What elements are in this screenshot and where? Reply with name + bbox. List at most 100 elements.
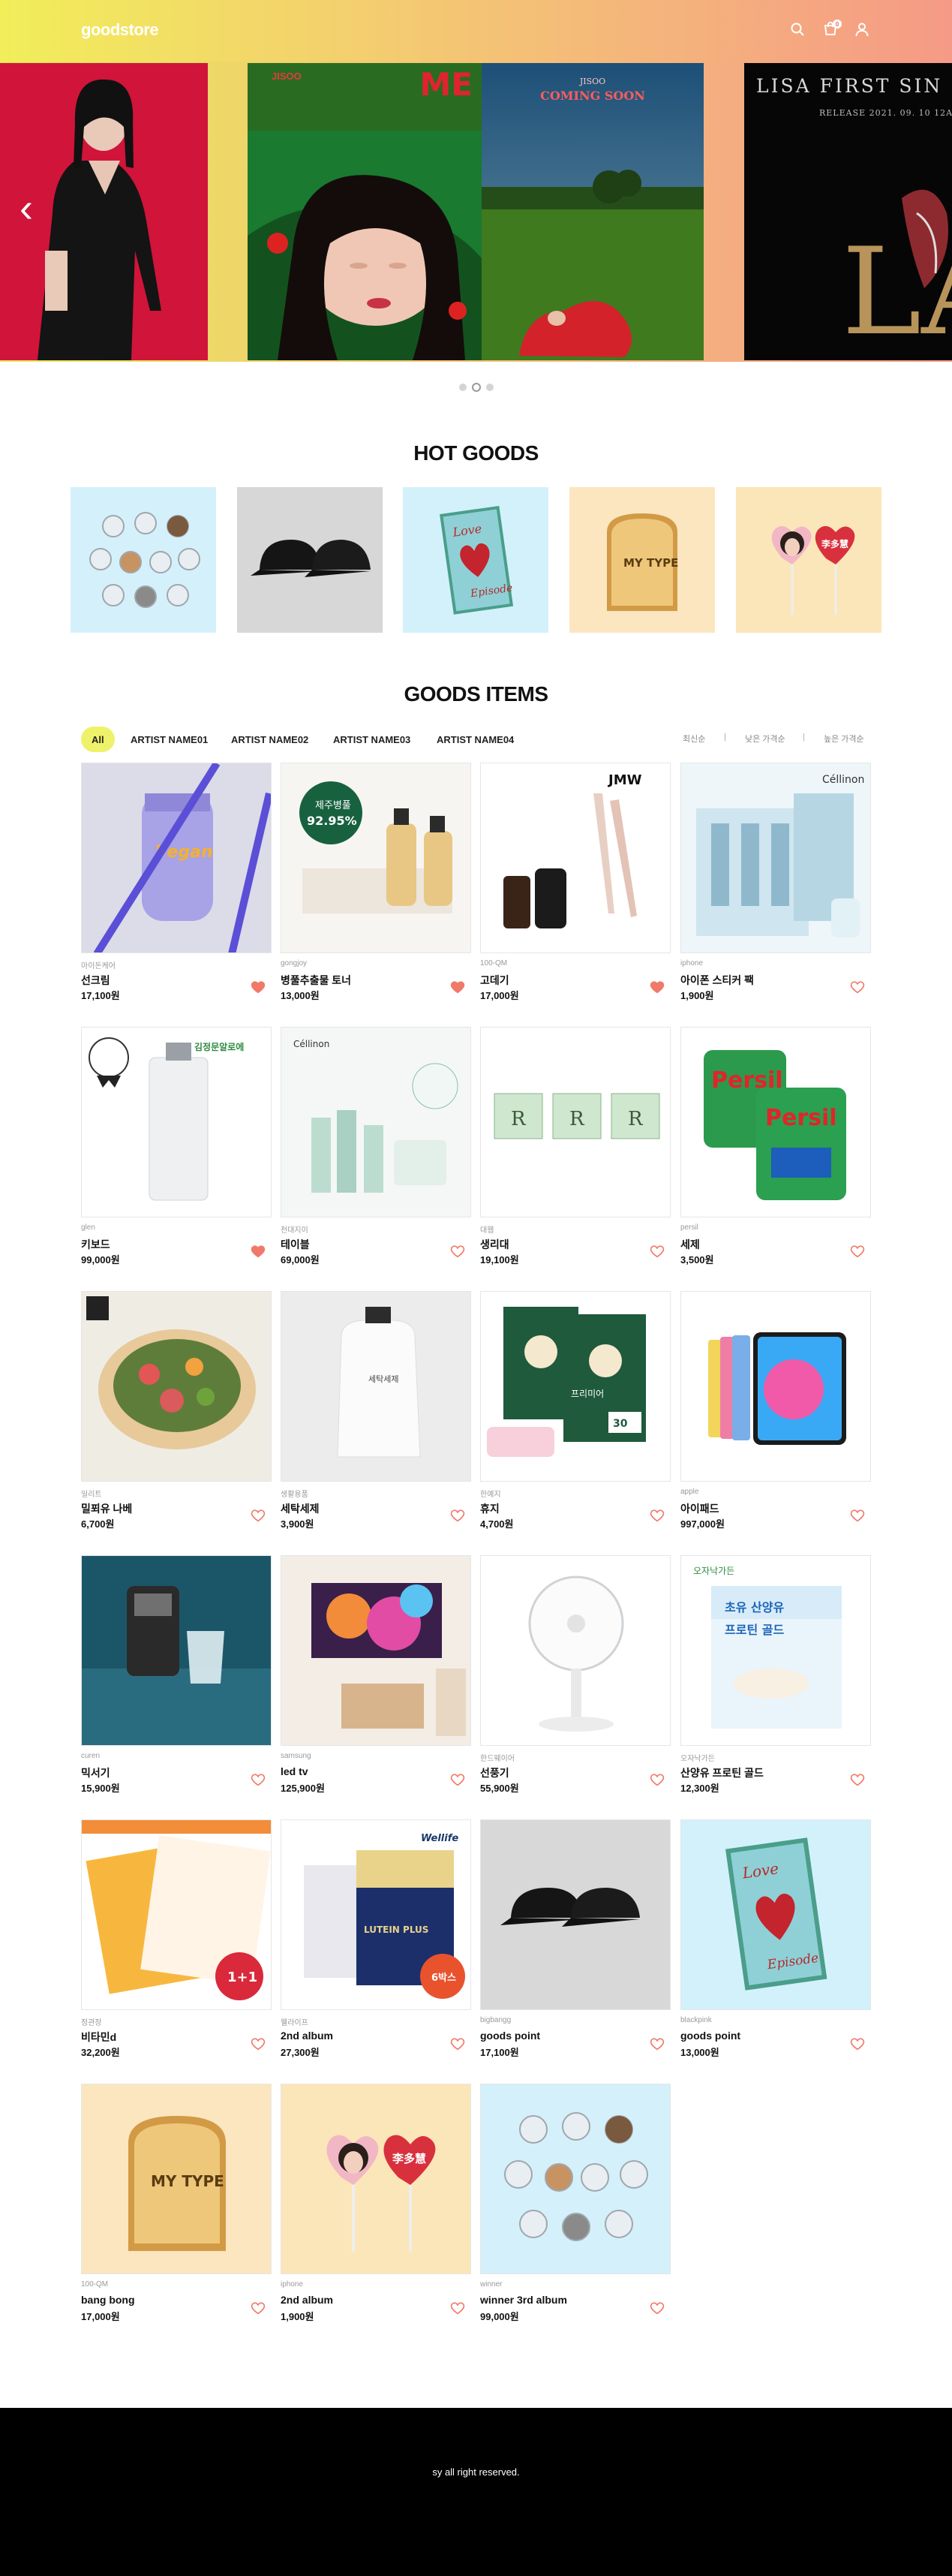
product-name[interactable]: 아이패드 <box>680 1501 719 1516</box>
heart-icon[interactable] <box>850 980 866 995</box>
hero-slide[interactable]: JISOO COMING SOON <box>482 63 704 360</box>
product-image[interactable]: Vegan <box>81 763 272 953</box>
product-card[interactable]: winner winner 3rd album 99,000원 <box>480 2084 671 2339</box>
product-image[interactable] <box>680 1291 871 1482</box>
slider-dot-active[interactable] <box>471 383 481 392</box>
product-image[interactable] <box>480 1819 671 2010</box>
search-icon[interactable] <box>786 18 809 41</box>
heart-icon[interactable] <box>251 1509 267 1524</box>
cart-icon[interactable]: 0 <box>819 18 842 41</box>
heart-icon[interactable] <box>850 1244 866 1259</box>
product-name[interactable]: 2nd album <box>281 2294 333 2306</box>
product-card[interactable]: 프리미어 30 한예지 휴지 4,700원 <box>480 1291 671 1546</box>
product-name[interactable]: goods point <box>480 2030 540 2042</box>
product-name[interactable]: 세탁세제 <box>281 1501 320 1516</box>
product-image[interactable] <box>480 1555 671 1746</box>
product-card[interactable]: apple 아이패드 997,000원 <box>680 1291 871 1546</box>
product-card[interactable]: 제주병풀 92.95% gongjoy 병풀추출물 토너 13,000원 <box>281 763 471 1018</box>
sort-price-low[interactable]: 낮은 가격순 <box>745 733 785 745</box>
heart-icon[interactable] <box>850 1509 866 1524</box>
product-image[interactable]: 프리미어 30 <box>480 1291 671 1482</box>
product-card[interactable]: 김정문알로에 glen 키보드 99,000원 <box>81 1027 272 1282</box>
product-image[interactable]: RRR <box>480 1027 671 1217</box>
heart-icon[interactable] <box>450 980 467 995</box>
product-image[interactable]: 김정문알로에 <box>81 1027 272 1217</box>
hot-goods-item[interactable] <box>71 487 216 633</box>
product-name[interactable]: winner 3rd album <box>480 2294 567 2306</box>
heart-icon[interactable] <box>650 1509 666 1524</box>
heart-icon[interactable] <box>450 1773 467 1788</box>
product-card[interactable]: MY TYPE 100-QM bang bong 17,000원 <box>81 2084 272 2339</box>
heart-icon[interactable] <box>450 2301 467 2316</box>
product-name[interactable]: led tv <box>281 1765 308 1777</box>
chevron-left-icon[interactable]: ‹ <box>11 185 41 230</box>
product-name[interactable]: 2nd album <box>281 2030 333 2042</box>
user-icon[interactable] <box>851 18 873 41</box>
product-card[interactable]: Céllinon 천대지이 테이블 69,000원 <box>281 1027 471 1282</box>
product-card[interactable]: 1+1 정관장 비타민d 32,200원 <box>81 1819 272 2075</box>
product-image[interactable]: Love Episode <box>680 1819 871 2010</box>
hot-goods-item[interactable]: MY TYPE <box>569 487 715 633</box>
product-image[interactable]: JMW <box>480 763 671 953</box>
heart-icon[interactable] <box>450 1509 467 1524</box>
product-card[interactable]: JMW 100-QM 고데기 17,000원 <box>480 763 671 1018</box>
filter-chip-artist02[interactable]: ARTIST NAME02 <box>221 727 319 752</box>
product-name[interactable]: 테이블 <box>281 1237 310 1252</box>
heart-icon[interactable] <box>251 2301 267 2316</box>
product-card[interactable]: Love Episode blackpink goods point 13,000원 <box>680 1819 871 2075</box>
product-card[interactable]: Vegan 아이돈케어 선크림 17,100원 <box>81 763 272 1018</box>
heart-icon[interactable] <box>850 1773 866 1788</box>
product-image[interactable]: 제주병풀 92.95% <box>281 763 471 953</box>
product-card[interactable]: bigbangg goods point 17,100원 <box>480 1819 671 2075</box>
product-card[interactable]: 한드웨이어 선풍기 55,900원 <box>480 1555 671 1810</box>
hero-slide[interactable]: JISOO ME <box>248 63 482 360</box>
product-card[interactable]: Céllinon iphone 아이폰 스티커 팩 1,900원 <box>680 763 871 1018</box>
product-image[interactable]: Persil Persil <box>680 1027 871 1217</box>
product-name[interactable]: 밀푀유 나베 <box>81 1501 132 1516</box>
product-name[interactable]: 비타민d <box>81 2030 116 2045</box>
hot-goods-item[interactable]: 李多慧 <box>736 487 881 633</box>
heart-icon[interactable] <box>650 1773 666 1788</box>
product-name[interactable]: 믹서기 <box>81 1765 110 1780</box>
heart-icon[interactable] <box>251 980 267 995</box>
product-card[interactable]: 세탁세제 생활용품 세탁세제 3,900원 <box>281 1291 471 1546</box>
sort-latest[interactable]: 최신순 <box>683 733 705 745</box>
heart-icon[interactable] <box>450 2037 467 2052</box>
product-image[interactable] <box>281 1555 471 1746</box>
product-name[interactable]: goods point <box>680 2030 740 2042</box>
product-image[interactable] <box>81 1291 272 1482</box>
slider-dot[interactable] <box>458 384 467 391</box>
product-image[interactable]: 李多慧 <box>281 2084 471 2274</box>
product-name[interactable]: 산양유 프로틴 골드 <box>680 1765 764 1780</box>
product-card[interactable]: 오자낙가든 초유 산양유 프로틴 골드 오자낙가든 산양유 프로틴 골드 12,300원 <box>680 1555 871 1810</box>
filter-chip-artist04[interactable]: ARTIST NAME04 <box>426 727 524 752</box>
product-image[interactable] <box>480 2084 671 2274</box>
product-card[interactable]: curen 믹서기 15,900원 <box>81 1555 272 1810</box>
heart-icon[interactable] <box>251 1244 267 1259</box>
hot-goods-item[interactable] <box>237 487 383 633</box>
sort-price-high[interactable]: 높은 가격순 <box>824 733 864 745</box>
heart-icon[interactable] <box>650 2037 666 2052</box>
product-card[interactable]: Wellife LUTEIN PLUS 6박스 웰라이프 2nd album 27,300… <box>281 1819 471 2075</box>
heart-icon[interactable] <box>650 1244 666 1259</box>
product-image[interactable] <box>81 1555 272 1746</box>
product-name[interactable]: 휴지 <box>480 1501 500 1516</box>
product-image[interactable]: Céllinon <box>281 1027 471 1217</box>
product-name[interactable]: 세제 <box>680 1237 700 1252</box>
product-name[interactable]: 선크림 <box>81 973 110 988</box>
product-name[interactable]: 병풀추출물 토너 <box>281 973 351 988</box>
heart-icon[interactable] <box>650 980 666 995</box>
product-name[interactable]: 키보드 <box>81 1237 110 1252</box>
product-name[interactable]: 아이폰 스티커 팩 <box>680 973 754 988</box>
product-card[interactable]: R R R 대웹 생리대 19,100원 <box>480 1027 671 1282</box>
product-image[interactable]: Wellife LUTEIN PLUS 6박스 <box>281 1819 471 2010</box>
heart-icon[interactable] <box>251 2037 267 2052</box>
product-name[interactable]: 고데기 <box>480 973 509 988</box>
logo[interactable]: goodstore <box>81 20 159 40</box>
slider-dot[interactable] <box>485 384 494 391</box>
product-card[interactable]: Persil Persil persil 세제 3,500원 <box>680 1027 871 1282</box>
product-name[interactable]: 선풍기 <box>480 1765 509 1780</box>
filter-chip-artist03[interactable]: ARTIST NAME03 <box>323 727 421 752</box>
product-card[interactable]: 李多慧 iphone 2nd album 1,900원 <box>281 2084 471 2339</box>
product-card[interactable]: 일리트 밀푀유 나베 6,700원 <box>81 1291 272 1546</box>
